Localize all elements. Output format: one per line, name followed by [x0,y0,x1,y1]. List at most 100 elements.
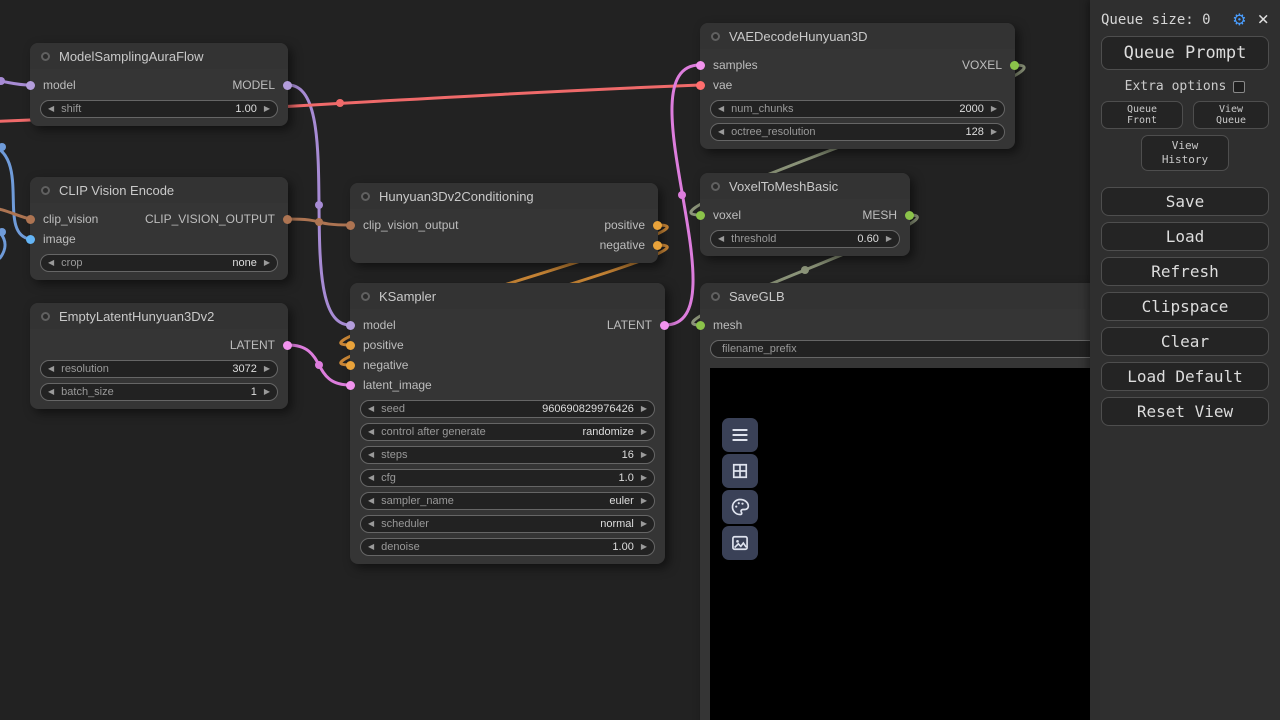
load-button[interactable]: Load [1101,222,1269,251]
clear-button[interactable]: Clear [1101,327,1269,356]
increment-arrow-icon[interactable]: ▶ [641,520,647,528]
collapse-dot[interactable] [361,192,370,201]
input-slot-vae[interactable] [696,81,705,90]
node-title-bar[interactable]: EmptyLatentHunyuan3Dv2 [30,303,288,329]
decrement-arrow-icon[interactable]: ◀ [368,543,374,551]
image-icon[interactable] [722,526,758,560]
output-slot-voxel[interactable] [1010,61,1019,70]
decrement-arrow-icon[interactable]: ◀ [368,451,374,459]
extra-options-checkbox[interactable] [1233,81,1245,93]
output-slot-latent[interactable] [660,321,669,330]
output-slot-positive[interactable] [653,221,662,230]
collapse-dot[interactable] [711,32,720,41]
increment-arrow-icon[interactable]: ▶ [641,428,647,436]
input-slot-model[interactable] [26,81,35,90]
node-saveglb[interactable]: SaveGLB mesh filename_prefix [700,283,1110,720]
increment-arrow-icon[interactable]: ▶ [264,259,270,267]
widget-resolution[interactable]: ◀ resolution 3072 ▶ [40,360,278,378]
node-voxeltomeshbasic[interactable]: VoxelToMeshBasic voxel MESH ◀ threshold … [700,173,910,256]
node-title-bar[interactable]: VoxelToMeshBasic [700,173,910,199]
node-title-bar[interactable]: ModelSamplingAuraFlow [30,43,288,69]
output-slot-mesh[interactable] [905,211,914,220]
decrement-arrow-icon[interactable]: ◀ [368,497,374,505]
decrement-arrow-icon[interactable]: ◀ [718,105,724,113]
output-slot-model[interactable] [283,81,292,90]
node-title-bar[interactable]: VAEDecodeHunyuan3D [700,23,1015,49]
widget-crop[interactable]: ◀ crop none ▶ [40,254,278,272]
decrement-arrow-icon[interactable]: ◀ [48,105,54,113]
increment-arrow-icon[interactable]: ▶ [991,105,997,113]
collapse-dot[interactable] [711,292,720,301]
widget-threshold[interactable]: ◀ threshold 0.60 ▶ [710,230,900,248]
widget-scheduler[interactable]: ◀ scheduler normal ▶ [360,515,655,533]
decrement-arrow-icon[interactable]: ◀ [368,474,374,482]
clipspace-button[interactable]: Clipspace [1101,292,1269,321]
node-title-bar[interactable]: Hunyuan3Dv2Conditioning [350,183,658,209]
load-default-button[interactable]: Load Default [1101,362,1269,391]
increment-arrow-icon[interactable]: ▶ [886,235,892,243]
widget-shift[interactable]: ◀ shift 1.00 ▶ [40,100,278,118]
widget-num-chunks[interactable]: ◀ num_chunks 2000 ▶ [710,100,1005,118]
node-hunyuan3dv2conditioning[interactable]: Hunyuan3Dv2Conditioning clip_vision_outp… [350,183,658,263]
widget-filename-prefix[interactable]: filename_prefix [710,340,1100,358]
node-title-bar[interactable]: CLIP Vision Encode [30,177,288,203]
increment-arrow-icon[interactable]: ▶ [641,405,647,413]
reset-view-button[interactable]: Reset View [1101,397,1269,426]
node-clip-vision-encode[interactable]: CLIP Vision Encode clip_vision CLIP_VISI… [30,177,288,280]
input-slot-image[interactable] [26,235,35,244]
queue-prompt-button[interactable]: Queue Prompt [1101,36,1269,70]
output-slot-latent[interactable] [283,341,292,350]
collapse-dot[interactable] [361,292,370,301]
input-slot-model[interactable] [346,321,355,330]
input-slot-mesh[interactable] [696,321,705,330]
refresh-button[interactable]: Refresh [1101,257,1269,286]
palette-icon[interactable] [722,490,758,524]
node-title-bar[interactable]: SaveGLB [700,283,1110,309]
widget-octree-resolution[interactable]: ◀ octree_resolution 128 ▶ [710,123,1005,141]
collapse-dot[interactable] [711,182,720,191]
input-slot-latent-image[interactable] [346,381,355,390]
decrement-arrow-icon[interactable]: ◀ [48,388,54,396]
view-queue-button[interactable]: View Queue [1193,101,1269,129]
close-menu-icon[interactable]: × [1258,10,1269,29]
widget-control-after-generate[interactable]: ◀ control after generate randomize ▶ [360,423,655,441]
increment-arrow-icon[interactable]: ▶ [641,543,647,551]
decrement-arrow-icon[interactable]: ◀ [718,235,724,243]
widget-batch-size[interactable]: ◀ batch_size 1 ▶ [40,383,278,401]
decrement-arrow-icon[interactable]: ◀ [48,259,54,267]
collapse-dot[interactable] [41,186,50,195]
input-slot-samples[interactable] [696,61,705,70]
menu-icon[interactable] [722,418,758,452]
settings-gear-icon[interactable]: ⚙ [1232,10,1246,29]
decrement-arrow-icon[interactable]: ◀ [368,520,374,528]
grid-icon[interactable] [722,454,758,488]
collapse-dot[interactable] [41,312,50,321]
queue-front-button[interactable]: Queue Front [1101,101,1183,129]
increment-arrow-icon[interactable]: ▶ [264,388,270,396]
decrement-arrow-icon[interactable]: ◀ [368,428,374,436]
node-emptylatenthunyuan3dv2[interactable]: EmptyLatentHunyuan3Dv2 LATENT ◀ resoluti… [30,303,288,409]
input-slot-positive[interactable] [346,341,355,350]
node-vaedecodehunyuan3d[interactable]: VAEDecodeHunyuan3D samples VOXEL vae ◀ n… [700,23,1015,149]
increment-arrow-icon[interactable]: ▶ [641,474,647,482]
widget-denoise[interactable]: ◀ denoise 1.00 ▶ [360,538,655,556]
increment-arrow-icon[interactable]: ▶ [991,128,997,136]
widget-steps[interactable]: ◀ steps 16 ▶ [360,446,655,464]
input-slot-clip-vision-output[interactable] [346,221,355,230]
save-button[interactable]: Save [1101,187,1269,216]
output-slot-clip-vision-output[interactable] [283,215,292,224]
collapse-dot[interactable] [41,52,50,61]
input-slot-negative[interactable] [346,361,355,370]
input-slot-voxel[interactable] [696,211,705,220]
input-slot-clip-vision[interactable] [26,215,35,224]
increment-arrow-icon[interactable]: ▶ [641,451,647,459]
widget-sampler-name[interactable]: ◀ sampler_name euler ▶ [360,492,655,510]
increment-arrow-icon[interactable]: ▶ [264,365,270,373]
output-slot-negative[interactable] [653,241,662,250]
increment-arrow-icon[interactable]: ▶ [264,105,270,113]
node-modelsamplingauraflow[interactable]: ModelSamplingAuraFlow model MODEL ◀ shif… [30,43,288,126]
increment-arrow-icon[interactable]: ▶ [641,497,647,505]
decrement-arrow-icon[interactable]: ◀ [48,365,54,373]
widget-seed[interactable]: ◀ seed 960690829976426 ▶ [360,400,655,418]
node-title-bar[interactable]: KSampler [350,283,665,309]
